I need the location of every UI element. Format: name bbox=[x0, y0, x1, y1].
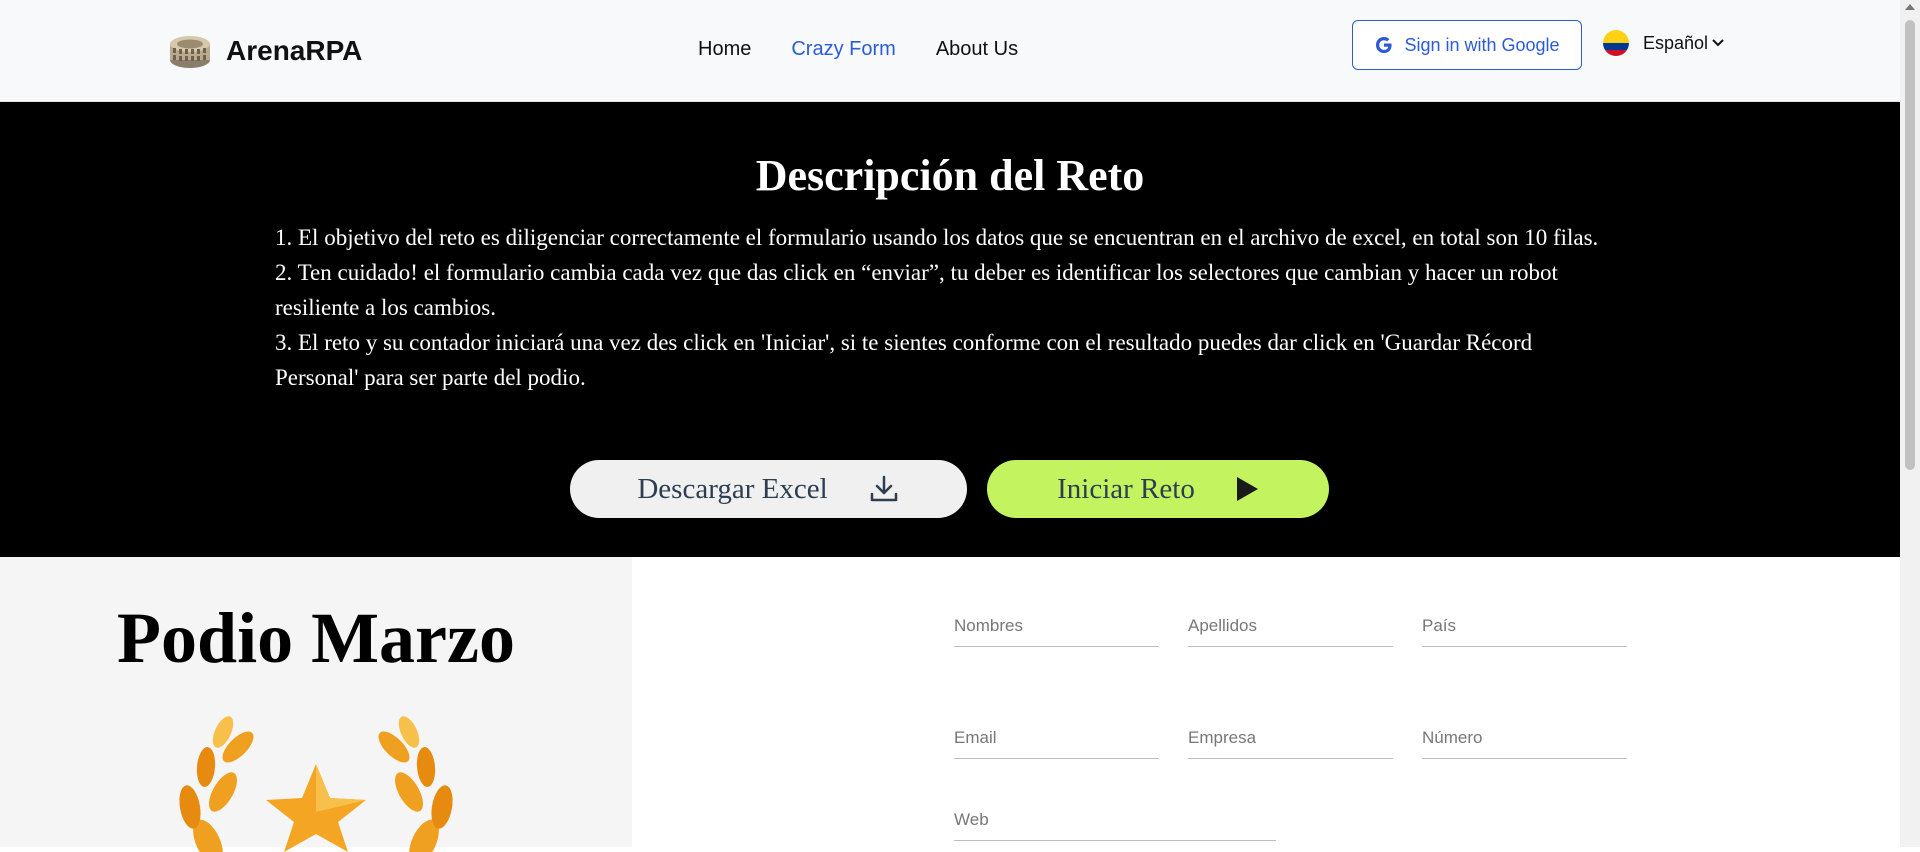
challenge-description: 1. El objetivo del reto es diligenciar c… bbox=[275, 220, 1620, 395]
email-input[interactable] bbox=[954, 718, 1159, 758]
nav-crazy-form[interactable]: Crazy Form bbox=[791, 38, 895, 61]
email-field-wrapper bbox=[954, 718, 1159, 759]
nombres-field-wrapper bbox=[954, 606, 1159, 647]
scrollbar-thumb[interactable] bbox=[1905, 20, 1915, 470]
top-navbar: ArenaRPA Home Crazy Form About Us Sign i… bbox=[0, 0, 1900, 102]
apellidos-input[interactable] bbox=[1188, 606, 1393, 646]
language-label: Español bbox=[1643, 32, 1709, 53]
page-scrollbar[interactable] bbox=[1900, 0, 1920, 847]
pais-input[interactable] bbox=[1422, 606, 1627, 646]
nav-about-us[interactable]: About Us bbox=[936, 38, 1018, 61]
crazy-form bbox=[632, 557, 1900, 847]
challenge-point-3: 3. El reto y su contador iniciará una ve… bbox=[275, 330, 1533, 390]
start-challenge-label: Iniciar Reto bbox=[1057, 472, 1195, 505]
podium-section: Podio Marzo bbox=[0, 557, 632, 852]
scroll-up-arrow-icon[interactable] bbox=[1905, 4, 1915, 10]
web-input[interactable] bbox=[954, 800, 1276, 840]
challenge-point-2: 2. Ten cuidado! el formulario cambia cad… bbox=[275, 260, 1558, 320]
google-signin-label: Sign in with Google bbox=[1404, 34, 1560, 55]
main-nav: Home Crazy Form About Us bbox=[698, 38, 1018, 61]
language-selector[interactable]: Español bbox=[1603, 30, 1724, 56]
web-field-wrapper bbox=[954, 800, 1276, 841]
nombres-input[interactable] bbox=[954, 606, 1159, 646]
pais-field-wrapper bbox=[1422, 606, 1627, 647]
challenge-point-1: 1. El objetivo del reto es diligenciar c… bbox=[275, 225, 1599, 250]
empresa-input[interactable] bbox=[1188, 718, 1393, 758]
chevron-down-icon bbox=[1712, 39, 1724, 47]
google-signin-button[interactable]: Sign in with Google bbox=[1352, 20, 1582, 70]
colombia-flag-icon bbox=[1603, 30, 1629, 56]
challenge-description-section: Descripción del Reto 1. El objetivo del … bbox=[0, 102, 1900, 557]
play-icon bbox=[1236, 477, 1258, 501]
numero-input[interactable] bbox=[1422, 718, 1627, 758]
nav-home[interactable]: Home bbox=[698, 38, 751, 61]
laurel-star-icon bbox=[179, 716, 453, 852]
google-icon bbox=[1376, 37, 1393, 53]
apellidos-field-wrapper bbox=[1188, 606, 1393, 647]
brand-name: ArenaRPA bbox=[226, 35, 363, 66]
numero-field-wrapper bbox=[1422, 718, 1627, 759]
brand[interactable]: ArenaRPA bbox=[168, 30, 362, 72]
download-excel-button[interactable]: Descargar Excel bbox=[570, 460, 967, 518]
download-excel-label: Descargar Excel bbox=[637, 472, 828, 505]
start-challenge-button[interactable]: Iniciar Reto bbox=[987, 460, 1329, 518]
empresa-field-wrapper bbox=[1188, 718, 1393, 759]
challenge-title: Descripción del Reto bbox=[755, 151, 1145, 200]
colosseum-logo-icon bbox=[170, 36, 210, 68]
download-icon bbox=[870, 475, 897, 502]
podium-title: Podio Marzo bbox=[117, 598, 515, 678]
